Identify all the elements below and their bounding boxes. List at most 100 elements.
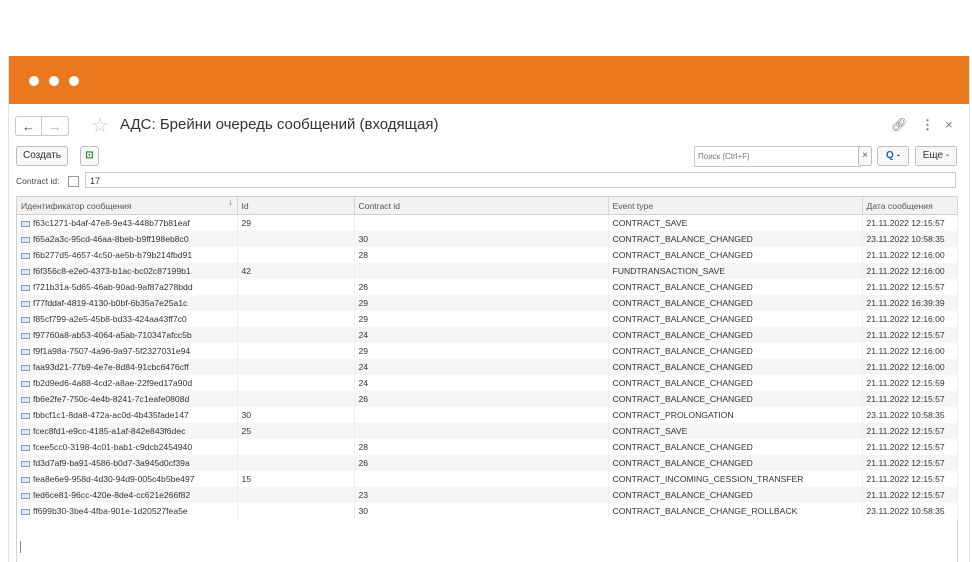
cell-message-id: f6f356c8-e2e0-4373-b1ac-bc02c87199b1 (17, 263, 238, 279)
cell-contract-id: 24 (354, 359, 609, 375)
cell-message-id: fb6e2fe7-750c-4e4b-8241-7c1eafe0808d (17, 391, 238, 407)
link-icon[interactable]: 🔗︎ (891, 117, 908, 133)
table-row[interactable]: f6b277d5-4657-4c50-ae5b-b79b214fbd91 28 CO… (17, 247, 958, 263)
cell-date: 21.11.2022 12:15:57 (862, 214, 958, 231)
message-id-text: fcec8fd1-e9cc-4185-a1af-842e843f6dec (33, 426, 186, 436)
cell-event-type: CONTRACT_BALANCE_CHANGED (608, 295, 863, 311)
table-row[interactable]: f77fddaf-4819-4130-b0bf-6b35a7e25a1c 29 CO… (17, 295, 958, 311)
cell-message-id: faa93d21-77b9-4e7e-8d84-91cbc6476cff (17, 359, 238, 375)
record-icon (21, 220, 30, 227)
message-id-text: fbbcf1c1-8da8-472a-ac0d-4b435fade147 (33, 410, 189, 420)
record-icon (21, 268, 30, 275)
record-icon (21, 380, 30, 387)
table-row[interactable]: fd3d7af9-ba91-4586-b0d7-3a945d0cf39a 26 CO… (17, 455, 958, 471)
cell-event-type: CONTRACT_BALANCE_CHANGED (608, 247, 863, 263)
window-control-dot[interactable] (69, 76, 79, 86)
search-button[interactable]: Q - (877, 146, 909, 166)
table-row[interactable]: fed6ce81-96cc-420e-8de4-cc621e266f82 23 CO… (17, 487, 958, 503)
close-icon[interactable]: × (945, 117, 953, 132)
cell-message-id: fbbcf1c1-8da8-472a-ac0d-4b435fade147 (17, 407, 238, 423)
search-clear-button[interactable]: × (858, 146, 872, 166)
search-input[interactable] (694, 146, 861, 167)
cell-message-id: f63c1271-b4af-47e8-9e43-448b77b81eaf (17, 214, 238, 231)
column-header-label: Идентификатор сообщения (21, 200, 132, 211)
cell-date: 21.11.2022 12:16:00 (862, 247, 958, 263)
message-id-text: fed6ce81-96cc-420e-8de4-cc621e266f82 (33, 490, 191, 500)
table-row[interactable]: f63c1271-b4af-47e8-9e43-448b77b81eaf 29 CO… (17, 214, 958, 231)
table-row[interactable]: faa93d21-77b9-4e7e-8d84-91cbc6476cff 24 CO… (17, 359, 958, 375)
table-row[interactable]: ff699b30-3be4-4fba-901e-1d20527fea5e 30 CO… (17, 503, 958, 519)
table-row[interactable]: f721b31a-5d65-46ab-90ad-9af87a278bdd 26 CO… (17, 279, 958, 295)
record-icon (21, 316, 30, 323)
cell-date: 21.11.2022 12:15:57 (862, 471, 958, 487)
cell-message-id: ff699b30-3be4-4fba-901e-1d20527fea5e (17, 503, 238, 519)
message-id-text: f63c1271-b4af-47e8-9e43-448b77b81eaf (33, 218, 190, 228)
column-header-id[interactable]: Id (237, 197, 355, 215)
table-row[interactable]: fb6e2fe7-750c-4e4b-8241-7c1eafe0808d 26 CO… (17, 391, 958, 407)
column-header-contract-id[interactable]: Contract id (354, 197, 609, 215)
table-row[interactable]: f9f1a98a-7507-4a96-9a97-5f2327031e94 29 CO… (17, 343, 958, 359)
window-control-dot[interactable] (29, 76, 39, 86)
cell-event-type: CONTRACT_BALANCE_CHANGED (608, 455, 863, 471)
table-row[interactable]: f85cf799-a2e5-45b8-bd33-424aa43ff7c0 29 CO… (17, 311, 958, 327)
record-icon (21, 428, 30, 435)
vertical-dots-icon[interactable]: ⋮ (921, 117, 934, 133)
record-icon (21, 236, 30, 243)
cell-event-type: CONTRACT_BALANCE_CHANGED (608, 391, 863, 407)
contract-id-checkbox[interactable] (68, 176, 79, 187)
cell-message-id: fea8e6e9-958d-4d30-94d9-005c4b5be497 (17, 471, 238, 487)
record-icon (21, 476, 30, 483)
column-header-event-type[interactable]: Event type (608, 197, 863, 215)
contract-id-field[interactable]: 17 (85, 172, 956, 188)
cell-id (237, 455, 355, 471)
sort-down-icon[interactable]: ↓ (228, 197, 232, 207)
record-icon (21, 492, 30, 499)
table-row[interactable]: fcee5cc0-3198-4c01-bab1-c9dcb2454940 28 CO… (17, 439, 958, 455)
cell-id (237, 487, 355, 503)
cell-event-type: CONTRACT_BALANCE_CHANGED (608, 359, 863, 375)
cell-contract-id (354, 471, 609, 487)
record-icon (21, 284, 30, 291)
message-id-text: fea8e6e9-958d-4d30-94d9-005c4b5be497 (33, 474, 195, 484)
back-button[interactable]: ← (15, 116, 42, 136)
table-row[interactable]: fcec8fd1-e9cc-4185-a1af-842e843f6dec 25 CO… (17, 423, 958, 439)
message-id-text: fb6e2fe7-750c-4e4b-8241-7c1eafe0808d (33, 394, 190, 404)
cell-message-id: fed6ce81-96cc-420e-8de4-cc621e266f82 (17, 487, 238, 503)
cell-event-type: CONTRACT_BALANCE_CHANGED (608, 327, 863, 343)
more-button[interactable]: Еще - (915, 146, 957, 166)
message-id-text: f721b31a-5d65-46ab-90ad-9af87a278bdd (33, 282, 193, 292)
cell-date: 21.11.2022 12:16:00 (862, 263, 958, 279)
record-icon (21, 364, 30, 371)
excel-export-icon[interactable]: ⊡ (80, 146, 99, 166)
cell-event-type: CONTRACT_SAVE (608, 214, 863, 231)
cell-event-type: CONTRACT_INCOMING_CESSION_TRANSFER (608, 471, 863, 487)
cell-event-type: CONTRACT_BALANCE_CHANGE_ROLLBACK (608, 503, 863, 519)
column-header-message-id[interactable]: Идентификатор сообщения ↓ (17, 197, 238, 215)
table-row[interactable]: f97760a8-ab53-4064-a5ab-710347afcc5b 24 CO… (17, 327, 958, 343)
favorite-star-icon[interactable]: ☆ (91, 113, 109, 138)
cell-contract-id: 29 (354, 311, 609, 327)
table-row[interactable]: f6f356c8-e2e0-4373-b1ac-bc02c87199b1 42 FU… (17, 263, 958, 279)
record-icon (21, 460, 30, 467)
column-header-date[interactable]: Дата сообщения (862, 197, 958, 215)
messages-table[interactable]: Идентификатор сообщения ↓ Id Contract id … (16, 196, 958, 562)
create-button[interactable]: Создать (16, 146, 68, 166)
record-icon (21, 252, 30, 259)
table-row[interactable]: fb2d9ed6-4a88-4cd2-a8ae-22f9ed17a90d 24 CO… (17, 375, 958, 391)
table-row[interactable]: f65a2a3c-95cd-46aa-8beb-b9ff198eb8c0 30 CO… (17, 231, 958, 247)
table-row[interactable]: fea8e6e9-958d-4d30-94d9-005c4b5be497 15 CO… (17, 471, 958, 487)
cell-id (237, 327, 355, 343)
message-id-text: f97760a8-ab53-4064-a5ab-710347afcc5b (33, 330, 192, 340)
cell-id (237, 503, 355, 519)
cell-message-id: fcee5cc0-3198-4c01-bab1-c9dcb2454940 (17, 439, 238, 455)
cell-date: 21.11.2022 12:16:00 (862, 343, 958, 359)
forward-button[interactable]: → (42, 116, 69, 136)
message-id-text: f6b277d5-4657-4c50-ae5b-b79b214fbd91 (33, 250, 193, 260)
table-row[interactable]: fbbcf1c1-8da8-472a-ac0d-4b435fade147 30 CO… (17, 407, 958, 423)
app-window: ← → ☆ АДС: Брейни очередь сообщений (вхо… (8, 56, 970, 562)
cell-contract-id: 24 (354, 327, 609, 343)
cell-event-type: CONTRACT_SAVE (608, 423, 863, 439)
message-id-text: faa93d21-77b9-4e7e-8d84-91cbc6476cff (33, 362, 189, 372)
cell-event-type: CONTRACT_BALANCE_CHANGED (608, 439, 863, 455)
window-control-dot[interactable] (49, 76, 59, 86)
